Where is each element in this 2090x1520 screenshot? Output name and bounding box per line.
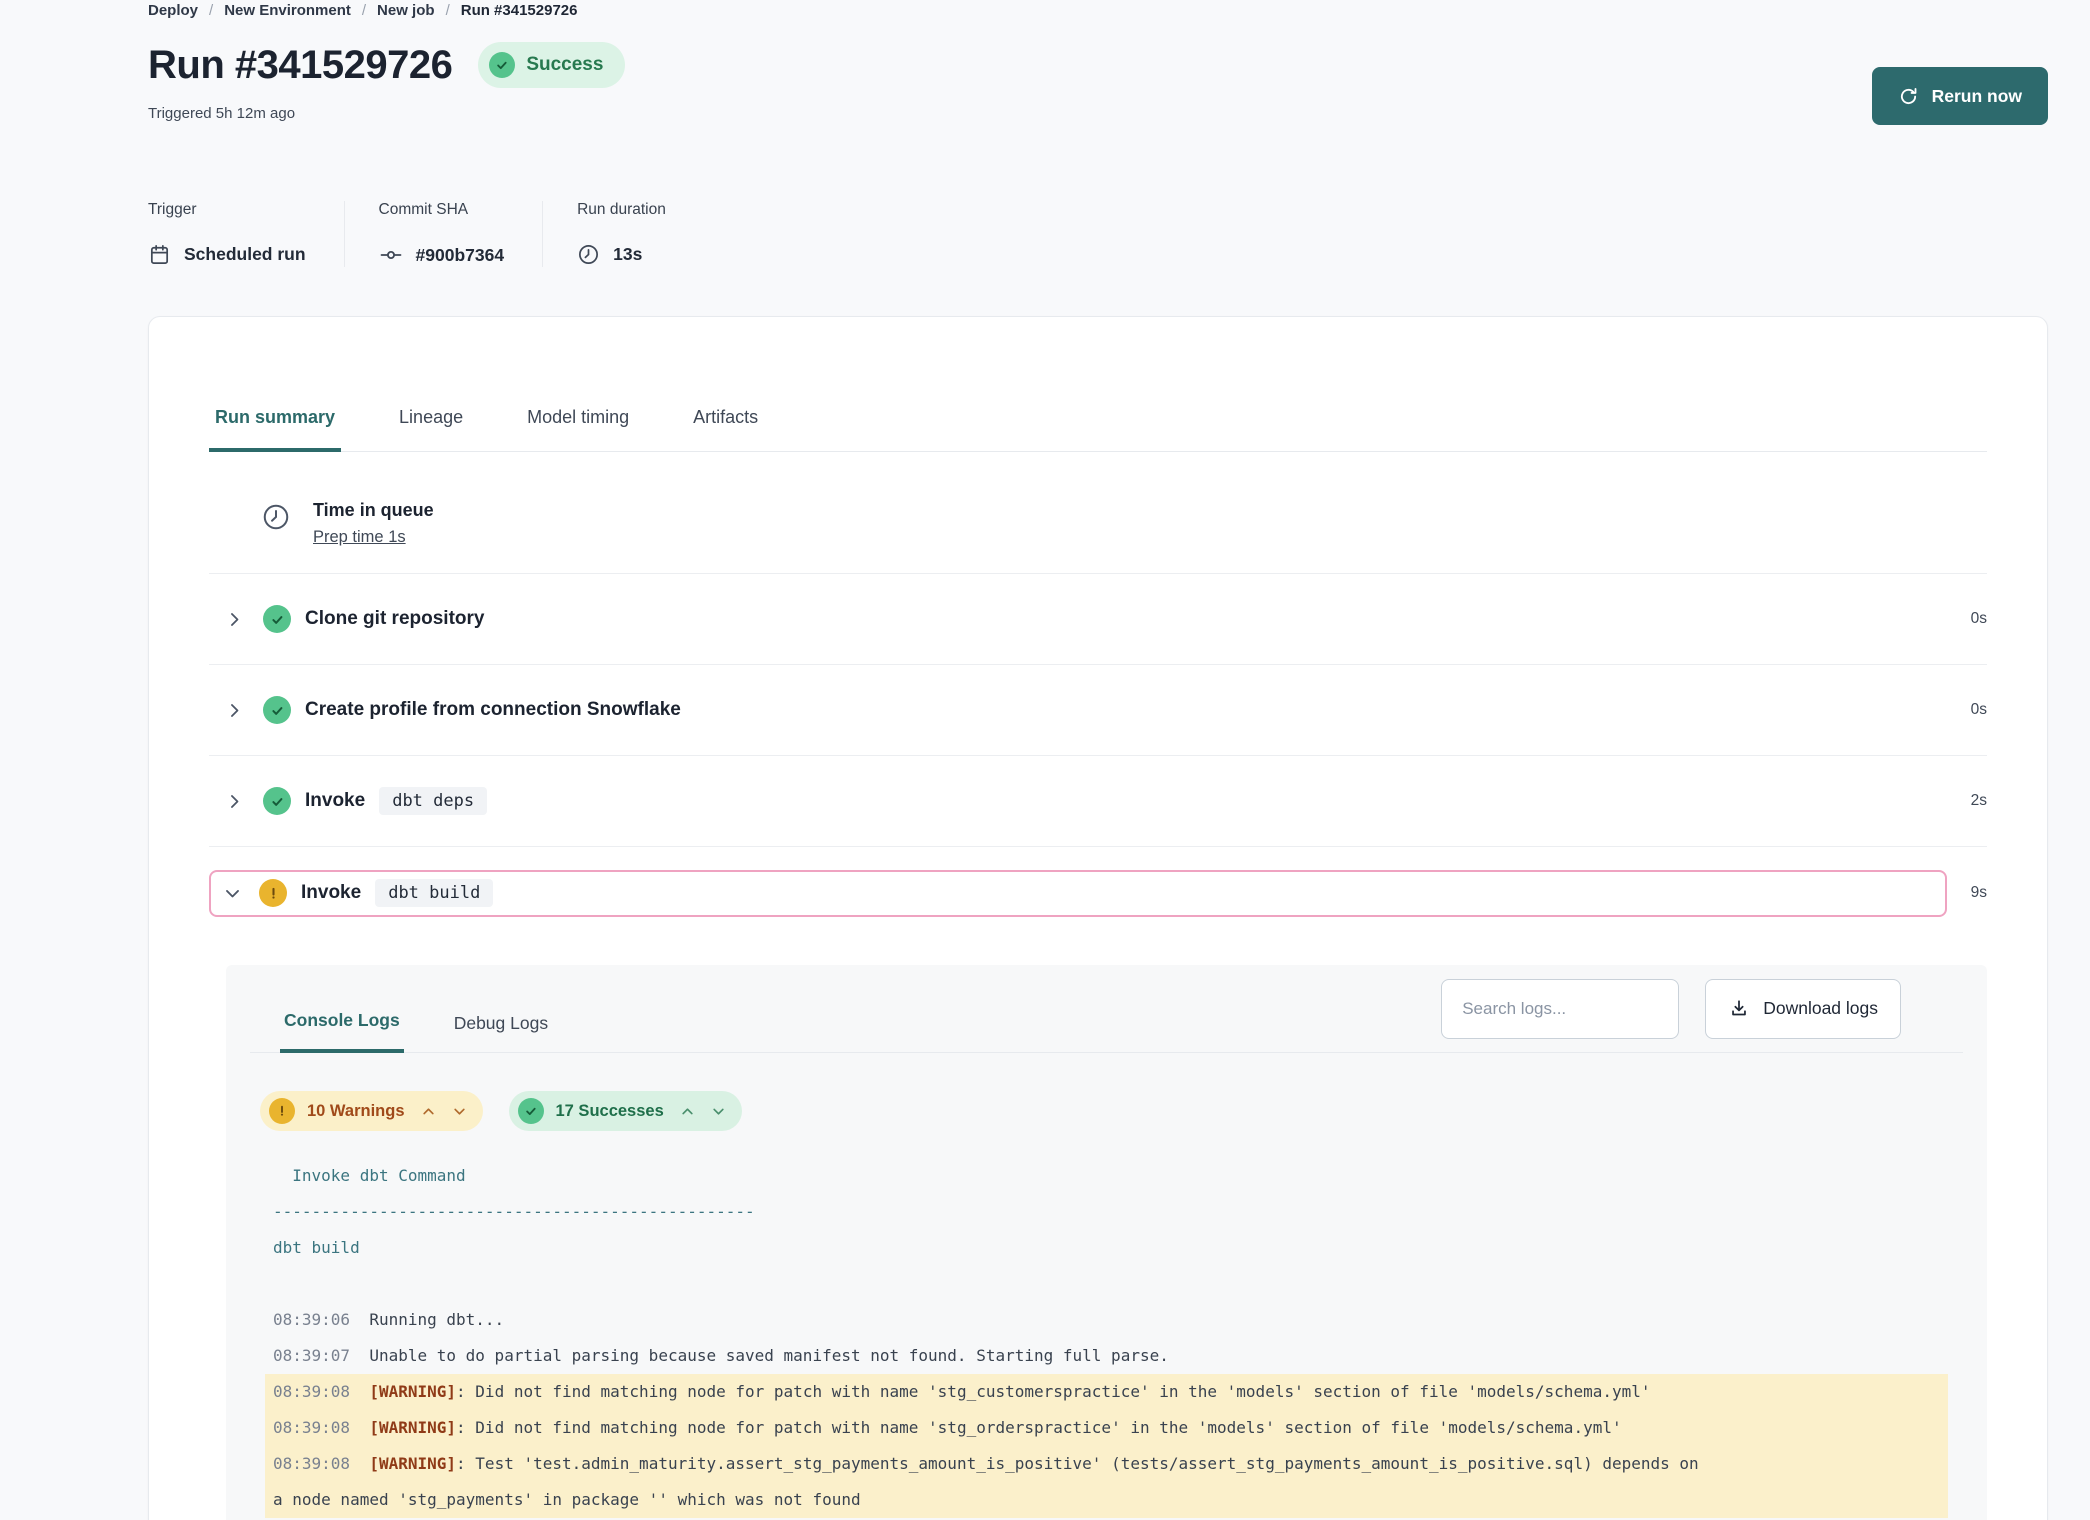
page-header: Run #341529726 Success Triggered 5h 12m … xyxy=(0,19,2090,125)
log-line: 08:39:07 Unable to do partial parsing be… xyxy=(265,1338,1948,1374)
run-summary-card: Run summary Lineage Model timing Artifac… xyxy=(148,316,2048,1520)
download-icon xyxy=(1728,998,1750,1020)
log-summary-badges: 10 Warnings 17 Successes xyxy=(260,1091,1963,1131)
step-duration: 2s xyxy=(1971,792,1987,810)
success-icon xyxy=(263,605,291,633)
log-toolbar: Console Logs Debug Logs Download logs xyxy=(250,965,1963,1053)
duration-value: 13s xyxy=(613,244,642,265)
chevron-down-icon[interactable] xyxy=(224,885,241,902)
log-line: 08:39:08 [WARNING]: Test 'test.admin_mat… xyxy=(265,1446,1948,1518)
refresh-icon xyxy=(1898,86,1919,107)
breadcrumb-new-job[interactable]: New job xyxy=(377,2,435,19)
chevron-up-icon[interactable] xyxy=(421,1104,436,1119)
log-line: 08:39:08 [WARNING]: Did not find matchin… xyxy=(265,1374,1948,1410)
breadcrumb-deploy[interactable]: Deploy xyxy=(148,2,198,19)
step-row-invoke-dbt-deps[interactable]: Invoke dbt deps 2s xyxy=(209,756,1987,847)
breadcrumb: Deploy / New Environment / New job / Run… xyxy=(0,0,2090,19)
run-meta: Trigger Scheduled run Commit SHA #900b73… xyxy=(148,201,2048,267)
time-in-queue-title: Time in queue xyxy=(313,500,434,521)
chevron-down-icon[interactable] xyxy=(452,1104,467,1119)
check-circle-icon xyxy=(518,1098,544,1124)
time-in-queue: Time in queue Prep time 1s xyxy=(209,452,1987,574)
step-expanded-header[interactable]: Invoke dbt build xyxy=(209,870,1947,917)
tab-run-summary[interactable]: Run summary xyxy=(209,393,341,452)
success-icon xyxy=(263,787,291,815)
download-logs-label: Download logs xyxy=(1763,998,1878,1019)
calendar-icon xyxy=(148,243,171,266)
search-logs-input[interactable] xyxy=(1441,979,1679,1039)
log-line: 08:39:08 [WARNING]: Did not find matchin… xyxy=(265,1410,1948,1446)
prep-time-link[interactable]: Prep time 1s xyxy=(313,528,434,547)
check-circle-icon xyxy=(489,52,515,78)
trigger-value: Scheduled run xyxy=(184,244,306,265)
chevron-down-icon[interactable] xyxy=(711,1104,726,1119)
commit-value: #900b7364 xyxy=(416,245,505,266)
log-line: ----------------------------------------… xyxy=(265,1194,1948,1230)
duration-label: Run duration xyxy=(577,201,666,219)
status-badge-label: Success xyxy=(526,54,603,76)
meta-trigger: Trigger Scheduled run xyxy=(148,201,344,267)
tab-artifacts[interactable]: Artifacts xyxy=(687,393,764,451)
log-line: 08:39:06 Running dbt... xyxy=(265,1302,1948,1338)
step-row-create-profile[interactable]: Create profile from connection Snowflake… xyxy=(209,665,1987,756)
page-title: Run #341529726 xyxy=(148,41,452,89)
download-logs-button[interactable]: Download logs xyxy=(1705,979,1901,1039)
warning-icon xyxy=(269,1098,295,1124)
run-tabs: Run summary Lineage Model timing Artifac… xyxy=(209,317,1987,452)
rerun-now-button[interactable]: Rerun now xyxy=(1872,67,2048,125)
clock-icon xyxy=(261,502,291,547)
commit-label: Commit SHA xyxy=(379,201,505,219)
git-commit-icon xyxy=(379,243,403,267)
tab-lineage[interactable]: Lineage xyxy=(393,393,469,451)
step-title: Clone git repository xyxy=(305,608,484,630)
meta-duration: Run duration 13s xyxy=(542,201,704,267)
clock-icon xyxy=(577,243,600,266)
chevron-right-icon[interactable] xyxy=(226,793,243,810)
warnings-badge: 10 Warnings xyxy=(260,1091,483,1131)
log-line: Invoke dbt Command xyxy=(265,1158,1948,1194)
warnings-badge-label: 10 Warnings xyxy=(307,1102,405,1121)
successes-badge: 17 Successes xyxy=(509,1091,742,1131)
log-line xyxy=(265,1266,1948,1302)
step-duration: 0s xyxy=(1971,701,1987,719)
chevron-right-icon[interactable] xyxy=(226,702,243,719)
breadcrumb-separator: / xyxy=(362,2,366,19)
chevron-up-icon[interactable] xyxy=(680,1104,695,1119)
triggered-timestamp: Triggered 5h 12m ago xyxy=(148,105,625,122)
command-chip: dbt build xyxy=(375,879,493,907)
tab-debug-logs[interactable]: Debug Logs xyxy=(450,1013,552,1052)
log-lines: Invoke dbt Command----------------------… xyxy=(265,1158,1948,1518)
log-line: dbt build xyxy=(265,1230,1948,1266)
breadcrumb-separator: / xyxy=(209,2,213,19)
step-duration: 0s xyxy=(1971,610,1987,628)
command-chip: dbt deps xyxy=(379,787,487,815)
step-row-clone-git-repository[interactable]: Clone git repository 0s xyxy=(209,574,1987,665)
warning-icon xyxy=(259,879,287,907)
step-title: Invoke xyxy=(301,882,361,904)
breadcrumb-current-run: Run #341529726 xyxy=(461,2,578,19)
successes-badge-label: 17 Successes xyxy=(556,1102,664,1121)
step-duration: 9s xyxy=(1971,884,1987,902)
step-row-invoke-dbt-build: Invoke dbt build 9s xyxy=(209,847,1987,939)
meta-commit: Commit SHA #900b7364 xyxy=(344,201,543,267)
rerun-now-label: Rerun now xyxy=(1932,86,2022,107)
chevron-right-icon[interactable] xyxy=(226,611,243,628)
console-log-panel: Console Logs Debug Logs Download logs xyxy=(226,965,1987,1520)
breadcrumb-new-environment[interactable]: New Environment xyxy=(224,2,351,19)
tab-model-timing[interactable]: Model timing xyxy=(521,393,635,451)
success-icon xyxy=(263,696,291,724)
tab-console-logs[interactable]: Console Logs xyxy=(280,1010,404,1053)
step-title: Invoke xyxy=(305,790,365,812)
status-badge: Success xyxy=(478,42,625,88)
trigger-label: Trigger xyxy=(148,201,306,219)
run-detail-page: Deploy / New Environment / New job / Run… xyxy=(0,0,2090,1520)
step-title: Create profile from connection Snowflake xyxy=(305,699,681,721)
breadcrumb-separator: / xyxy=(446,2,450,19)
